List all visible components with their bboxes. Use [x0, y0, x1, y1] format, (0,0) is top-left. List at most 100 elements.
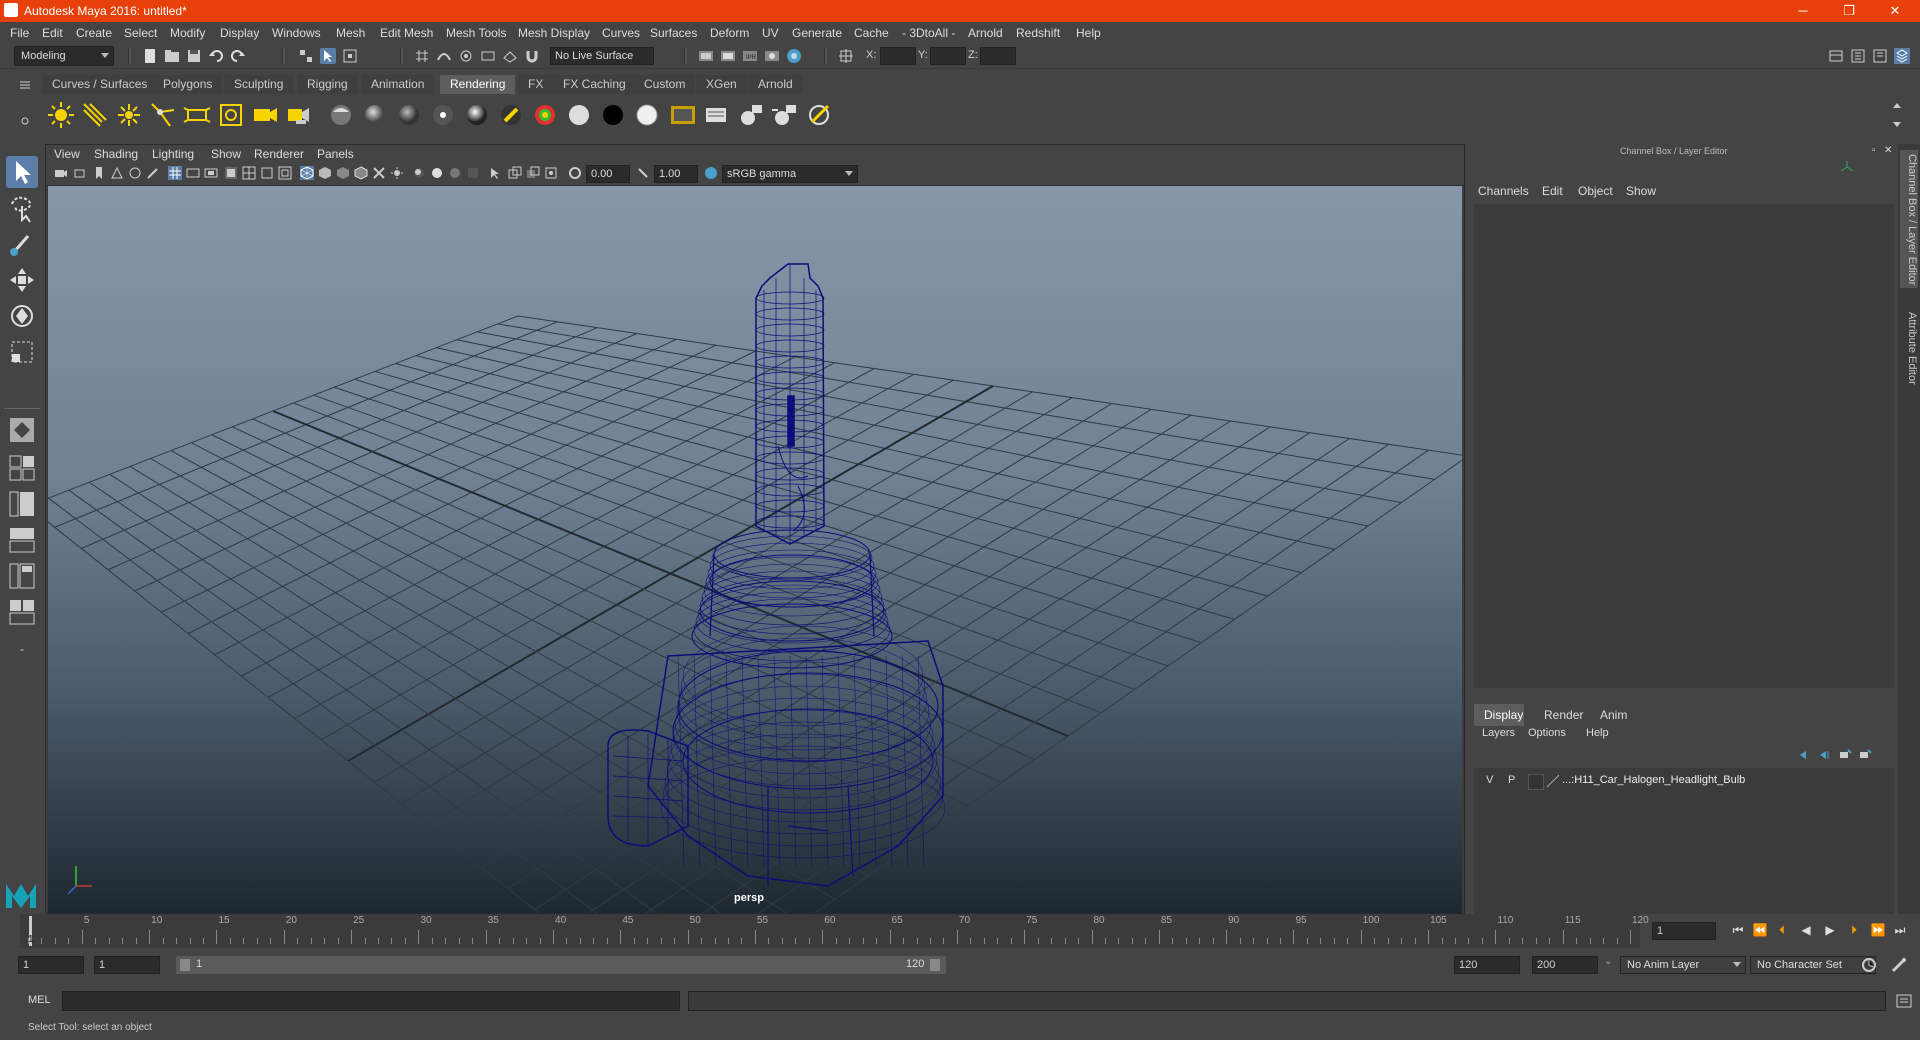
- hypershade-icon[interactable]: [786, 48, 802, 64]
- hypershade-persp-layout-button[interactable]: [8, 562, 36, 590]
- gamma-field[interactable]: 1.00: [654, 165, 698, 183]
- menu-edit-mesh[interactable]: Edit Mesh: [380, 26, 433, 40]
- wireframe-icon[interactable]: [300, 166, 314, 180]
- layered-shader-icon[interactable]: [530, 100, 560, 130]
- tab-arnold[interactable]: Arnold: [748, 75, 803, 94]
- tab-rigging[interactable]: Rigging: [297, 75, 358, 94]
- phong-e-material-icon[interactable]: [428, 100, 458, 130]
- attribute-editor-toggle-icon[interactable]: [1850, 48, 1866, 64]
- viewport-menu-panels[interactable]: Panels: [317, 147, 354, 161]
- viewport-menu-show[interactable]: Show: [211, 147, 241, 161]
- menu-modify[interactable]: Modify: [170, 26, 205, 40]
- ipr-render-icon[interactable]: IPR: [742, 48, 758, 64]
- layer-playback-toggle[interactable]: P: [1508, 774, 1515, 786]
- smooth-shade-icon[interactable]: [318, 166, 332, 180]
- layer-row[interactable]: V P ...:H11_Car_Halogen_Headlight_Bulb: [1478, 772, 1890, 790]
- shading-map-icon[interactable]: [632, 100, 662, 130]
- tab-fx-caching[interactable]: FX Caching: [553, 75, 636, 94]
- playback-start-field[interactable]: 1: [94, 956, 160, 974]
- undo-icon[interactable]: [208, 48, 224, 64]
- anisotropic-material-icon[interactable]: [462, 100, 492, 130]
- menu-surfaces[interactable]: Surfaces: [650, 26, 697, 40]
- area-light-icon[interactable]: [182, 100, 212, 130]
- close-button[interactable]: ✕: [1872, 0, 1918, 22]
- snap-curve-icon[interactable]: [436, 48, 452, 64]
- motion-blur-icon[interactable]: [448, 166, 462, 180]
- layer-tab-anim[interactable]: Anim: [1600, 708, 1627, 722]
- menu-windows[interactable]: Windows: [272, 26, 321, 40]
- tab-curves-surfaces[interactable]: Curves / Surfaces: [42, 75, 158, 94]
- side-tab-channel-box[interactable]: Channel Box / Layer Editor: [1900, 154, 1918, 285]
- menu-file[interactable]: File: [10, 26, 29, 40]
- playback-end-field[interactable]: 120: [1454, 956, 1520, 974]
- xray-components-icon[interactable]: [544, 166, 558, 180]
- go-to-start-icon[interactable]: ⏮: [1730, 922, 1746, 938]
- persp-outliner-layout-button[interactable]: [8, 490, 36, 518]
- command-input[interactable]: [62, 991, 680, 1011]
- menu-deform[interactable]: Deform: [710, 26, 749, 40]
- xray-joints-icon[interactable]: [526, 166, 540, 180]
- 2d-pan-zoom-icon[interactable]: [128, 166, 142, 180]
- script-editor-icon[interactable]: [1896, 993, 1912, 1009]
- menu-curves[interactable]: Curves: [602, 26, 640, 40]
- menu-display[interactable]: Display: [220, 26, 259, 40]
- surface-shader-icon[interactable]: [564, 100, 594, 130]
- y-field[interactable]: [930, 47, 966, 65]
- tab-custom[interactable]: Custom: [634, 75, 696, 94]
- menu-mesh-tools[interactable]: Mesh Tools: [446, 26, 506, 40]
- tab-sculpting[interactable]: Sculpting: [224, 75, 294, 94]
- grease-pencil-icon[interactable]: [146, 166, 160, 180]
- move-layer-up-icon[interactable]: [1798, 748, 1812, 762]
- move-tool[interactable]: [6, 264, 38, 296]
- viewport-canvas[interactable]: persp: [48, 186, 1462, 913]
- menu-uv[interactable]: UV: [762, 26, 779, 40]
- menu-cache[interactable]: Cache: [854, 26, 889, 40]
- screen-space-ao-icon[interactable]: [430, 166, 444, 180]
- channel-list-area[interactable]: [1474, 204, 1894, 688]
- character-set-dropdown[interactable]: No Character Set: [1750, 956, 1876, 974]
- z-field[interactable]: [980, 47, 1016, 65]
- layer-type-toggle[interactable]: [1528, 774, 1544, 790]
- range-slider-start-handle[interactable]: [180, 959, 190, 971]
- grid-toggle-icon[interactable]: [168, 166, 182, 180]
- wireframe-on-shaded-icon[interactable]: [354, 166, 368, 180]
- render-settings-shelf-icon[interactable]: [702, 100, 732, 130]
- color-space-dropdown[interactable]: sRGB gamma: [722, 165, 858, 183]
- command-language-toggle[interactable]: MEL: [28, 994, 51, 1006]
- ambient-light-icon[interactable]: [46, 100, 76, 130]
- layer-tab-display[interactable]: Display: [1474, 704, 1524, 726]
- tab-rendering[interactable]: Rendering: [440, 75, 516, 94]
- color-management-icon[interactable]: [704, 166, 718, 180]
- persp-uv-layout-button[interactable]: [8, 598, 36, 626]
- paint-select-tool[interactable]: [6, 228, 38, 260]
- camera-select-icon[interactable]: [54, 166, 68, 180]
- gate-mask-icon[interactable]: [224, 166, 238, 180]
- textured-icon[interactable]: [372, 166, 386, 180]
- go-to-end-icon[interactable]: ⏭: [1892, 922, 1908, 938]
- menu-create[interactable]: Create: [76, 26, 112, 40]
- menu-mesh[interactable]: Mesh: [336, 26, 365, 40]
- layer-tab-render[interactable]: Render: [1544, 708, 1583, 722]
- close-panel-icon[interactable]: ✕: [1884, 145, 1892, 156]
- shadows-icon[interactable]: [412, 166, 426, 180]
- menu-edit[interactable]: Edit: [42, 26, 63, 40]
- redo-icon[interactable]: [230, 48, 246, 64]
- shelf-scroll-icon[interactable]: [1892, 100, 1902, 130]
- transform-mode-icon[interactable]: [838, 48, 854, 64]
- film-gate-icon[interactable]: [186, 166, 200, 180]
- move-layer-down-icon[interactable]: [1818, 748, 1832, 762]
- menu-help[interactable]: Help: [1076, 26, 1101, 40]
- layer-name[interactable]: ...:H11_Car_Halogen_Headlight_Bulb: [1562, 774, 1745, 786]
- anim-layer-dropdown[interactable]: No Anim Layer: [1620, 956, 1746, 974]
- save-scene-icon[interactable]: [186, 48, 202, 64]
- snap-grid-icon[interactable]: [414, 48, 430, 64]
- help-menu[interactable]: Help: [1586, 727, 1609, 739]
- default-material-icon[interactable]: [336, 166, 350, 180]
- show-menu[interactable]: Show: [1626, 184, 1656, 198]
- open-scene-icon[interactable]: [164, 48, 180, 64]
- safe-title-icon[interactable]: [278, 166, 292, 180]
- mode-dropdown[interactable]: Modeling: [14, 46, 114, 66]
- menu-3dtoall[interactable]: - 3DtoAll -: [902, 26, 955, 40]
- tab-fx[interactable]: FX: [518, 75, 554, 94]
- safe-action-icon[interactable]: [260, 166, 274, 180]
